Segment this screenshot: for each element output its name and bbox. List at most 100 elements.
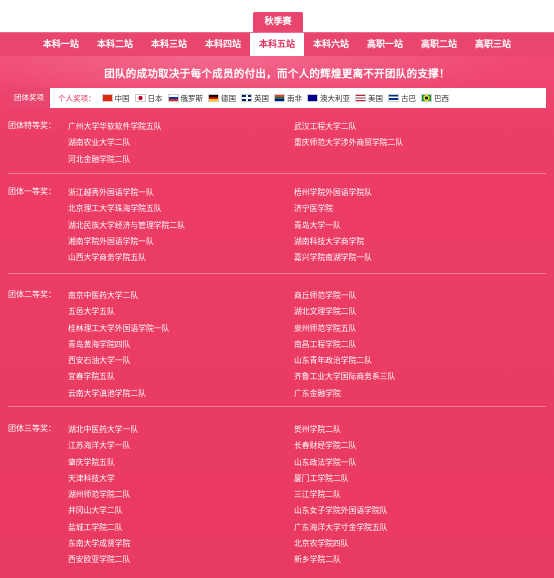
country-name: 美国	[368, 93, 383, 103]
country-filter-usa[interactable]: 美国	[355, 93, 383, 104]
team-entry[interactable]: 湖北民族大学经济与管理学院二队	[68, 219, 185, 235]
team-entry[interactable]: 广东海洋大学寸金学院五队	[294, 521, 388, 537]
team-column-left: 广州大学华软软件学院五队 湖南农业大学二队 河北金融学院二队	[68, 120, 162, 169]
usa-flag-icon	[355, 94, 366, 102]
team-column-right: 商丘师范学院一队 湖北文理学院二队 泉州师范学院五队 南昌工程学院二队 山东青年政治学院…	[294, 289, 395, 403]
nav-items: 本科一站 本科二站 本科三站 本科四站 本科五站 本科六站 高职一站 高职二站 高职三站	[0, 33, 554, 57]
team-entry[interactable]: 厦门工学院二队	[294, 472, 388, 488]
team-entry[interactable]: 宜春学院五队	[68, 370, 169, 386]
team-entry[interactable]: 湖北中医药大学一队	[68, 423, 138, 439]
team-entry[interactable]: 南昌工程学院二队	[294, 338, 395, 354]
nav-item-4[interactable]: 本科四站	[196, 33, 250, 57]
nav-item-6[interactable]: 本科六站	[304, 33, 358, 57]
team-entry[interactable]: 西安石油大学一队	[68, 354, 169, 370]
country-name: 俄罗斯	[180, 93, 204, 103]
team-award-tab[interactable]: 团体奖项	[8, 88, 50, 108]
team-entry[interactable]: 山东女子学院外国语学院队	[294, 504, 388, 520]
team-entry[interactable]: 济宁医学院	[294, 202, 372, 218]
team-column-right: 梧州学院外国语学院队 济宁医学院 青岛大学一队 湖南科技大学商学院 嘉兴学院南湖学院一队	[294, 186, 372, 267]
nav-item-7[interactable]: 高职一站	[358, 33, 412, 57]
russia-flag-icon	[167, 94, 179, 102]
country-filter-cuba[interactable]: 古巴	[388, 93, 416, 104]
team-entry[interactable]: 梧州学院外国语学院队	[294, 186, 372, 202]
team-entry[interactable]: 三江学院二队	[294, 488, 388, 504]
nav-item-9[interactable]: 高职三站	[466, 33, 520, 57]
country-filter-brazil[interactable]: 巴西	[421, 93, 449, 104]
team-entry[interactable]: 山东政法学院一队	[294, 456, 388, 472]
country-filter-germany[interactable]: 德国	[208, 93, 236, 104]
team-entry[interactable]: 重庆师范大学涉外商贸学院二队	[294, 136, 403, 152]
team-entry[interactable]: 桂林理工大学外国语学院一队	[68, 322, 169, 338]
country-filter-russia[interactable]: 俄罗斯	[167, 93, 204, 104]
country-name: 日本	[147, 93, 163, 103]
country-name: 中国	[114, 93, 130, 103]
germany-flag-icon	[208, 94, 219, 102]
award-section-3: 团体二等奖： 南京中医药大学二队 五邑大学五队 桂林理工大学外国语学院一队 青岛黄海学院…	[8, 289, 546, 407]
team-column-left: 湖北中医药大学一队 江苏海洋大学一队 肇庆学院五队 天津科技大学 湖州师范学院二队 井冈山…	[68, 423, 138, 570]
team-entry[interactable]: 西安欧亚学院二队	[68, 553, 138, 569]
team-entry[interactable]: 云南大学滇池学院二队	[68, 387, 169, 403]
team-entry[interactable]: 新乡学院二队	[294, 553, 388, 569]
country-name: 古巴	[401, 93, 416, 103]
award-section-4: 团体三等奖： 湖北中医药大学一队 江苏海洋大学一队 肇庆学院五队 天津科技大学 湖州师范学…	[8, 423, 546, 574]
team-entry[interactable]: 青岛黄海学院四队	[68, 338, 169, 354]
country-filter-uk[interactable]: 英国	[241, 93, 269, 104]
nav-item-2[interactable]: 本科二站	[88, 33, 142, 57]
team-entry[interactable]: 湖南农业大学二队	[68, 136, 162, 152]
team-entry[interactable]: 齐鲁工业大学国际商务系三队	[294, 370, 395, 386]
award-section-title: 团体三等奖：	[8, 424, 56, 433]
nav-item-5[interactable]: 本科五站	[249, 33, 304, 57]
team-entry[interactable]: 广东金融学院	[294, 387, 395, 403]
team-column-right: 武汉工程大学二队 重庆师范大学涉外商贸学院二队	[294, 120, 403, 153]
team-entry[interactable]: 东南大学成贤学院	[68, 537, 138, 553]
team-entry[interactable]: 五邑大学五队	[68, 305, 169, 321]
team-entry[interactable]: 江苏海洋大学一队	[68, 439, 138, 455]
team-entry[interactable]: 嘉兴学院南湖学院一队	[294, 251, 372, 267]
team-entry[interactable]: 泉州师范学院五队	[294, 322, 395, 338]
season-tab[interactable]: 秋季赛	[253, 12, 303, 32]
team-entry[interactable]: 北京农学院四队	[294, 537, 388, 553]
team-entry[interactable]: 山东青年政治学院二队	[294, 354, 395, 370]
team-entry[interactable]: 井冈山大学二队	[68, 504, 138, 520]
award-section-title: 团体一等奖：	[8, 187, 56, 196]
team-entry[interactable]: 武汉工程大学二队	[294, 120, 403, 136]
award-section-title: 团体特等奖：	[8, 121, 56, 130]
team-entry[interactable]: 青岛大学一队	[294, 219, 372, 235]
team-entry[interactable]: 湖州师范学院二队	[68, 488, 138, 504]
team-entry[interactable]: 山西大学商务学院五队	[68, 251, 185, 267]
team-entry[interactable]: 商丘师范学院一队	[294, 289, 395, 305]
country-filter-china[interactable]: 中国	[101, 93, 130, 104]
awards-content: 团队的成功取决于每个成员的付出，而个人的辉煌更离不开团队的支撑！ 团体奖项 个人…	[0, 56, 554, 578]
team-entry[interactable]: 盐城工学院二队	[68, 521, 138, 537]
page: 秋季赛 本科一站 本科二站 本科三站 本科四站 本科五站 本科六站 高职一站 高职二站 高职三站…	[0, 0, 554, 578]
team-entry[interactable]: 广州大学华软软件学院五队	[68, 120, 162, 136]
section-divider	[8, 273, 546, 274]
nav-item-8[interactable]: 高职二站	[412, 33, 466, 57]
country-name: 德国	[221, 93, 236, 103]
team-entry[interactable]: 湖南科技大学商学院	[294, 235, 372, 251]
country-filter-australia[interactable]: 澳大利亚	[307, 93, 350, 104]
team-entry[interactable]: 长春财经学院二队	[294, 439, 388, 455]
country-filter-south-africa[interactable]: 南非	[274, 93, 302, 104]
team-entry[interactable]: 天津科技大学	[68, 472, 138, 488]
team-entry[interactable]: 贺州学院二队	[294, 423, 388, 439]
team-entry[interactable]: 肇庆学院五队	[68, 456, 138, 472]
china-flag-icon	[101, 94, 113, 102]
south-africa-flag-icon	[274, 94, 285, 102]
country-name: 英国	[254, 93, 269, 103]
team-entry[interactable]: 浙江越秀外国语学院一队	[68, 186, 185, 202]
team-entry[interactable]: 湘南学院外国语学院一队	[68, 235, 185, 251]
country-name: 巴西	[434, 93, 449, 103]
country-filter-japan[interactable]: 日本	[134, 93, 163, 104]
team-column-right: 贺州学院二队 长春财经学院二队 山东政法学院一队 厦门工学院二队 三江学院二队 山东女子学…	[294, 423, 388, 570]
team-entry[interactable]: 湖北文理学院二队	[294, 305, 395, 321]
individual-award-label: 个人奖项：	[58, 93, 96, 103]
nav-item-3[interactable]: 本科三站	[142, 33, 196, 57]
team-entry[interactable]: 北京理工大学珠海学院五队	[68, 202, 185, 218]
team-entry[interactable]: 河北金融学院二队	[68, 153, 162, 169]
team-entry[interactable]: 南京中医药大学二队	[68, 289, 169, 305]
award-section-1: 团体特等奖： 广州大学华软软件学院五队 湖南农业大学二队 河北金融学院二队 武汉工程大学…	[8, 120, 546, 173]
team-column-left: 浙江越秀外国语学院一队 北京理工大学珠海学院五队 湖北民族大学经济与管理学院二队 湘南…	[68, 186, 185, 267]
cuba-flag-icon	[388, 94, 399, 102]
nav-item-1[interactable]: 本科一站	[34, 33, 88, 57]
